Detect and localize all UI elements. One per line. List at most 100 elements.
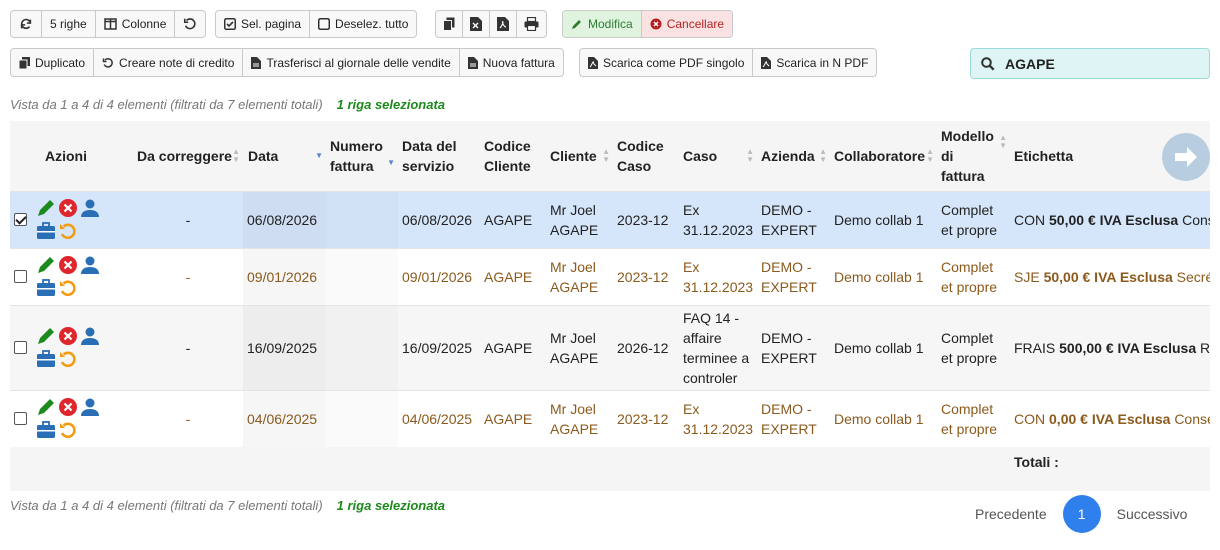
cancel-button[interactable]: Cancellare xyxy=(641,11,733,37)
header-da-correggere[interactable]: Da correggere ▲ ▼ xyxy=(133,121,243,191)
excel-file-icon xyxy=(470,17,482,31)
scroll-right-button[interactable] xyxy=(1162,133,1210,181)
refresh-button[interactable] xyxy=(11,11,42,37)
credit-note-button[interactable]: Creare note di credito xyxy=(94,49,244,76)
sort-icon: ▲ ▼ xyxy=(819,146,827,164)
download-n-pdf-label: Scarica in N PDF xyxy=(776,55,869,70)
undo-orange-icon[interactable] xyxy=(58,349,78,369)
page-1-button[interactable]: 1 xyxy=(1062,495,1101,533)
cell-modello: Complet et propre xyxy=(941,201,998,238)
row-actions xyxy=(10,305,133,390)
cell-codice-cliente: AGAPE xyxy=(484,339,533,356)
sort-icon: ▲ ▼ xyxy=(232,146,240,164)
user-icon[interactable] xyxy=(80,326,100,346)
undo-orange-icon[interactable] xyxy=(58,420,78,440)
user-icon[interactable] xyxy=(80,397,100,417)
export-pdf-button[interactable] xyxy=(490,11,517,37)
row-checkbox[interactable] xyxy=(14,412,27,426)
row-checkbox[interactable] xyxy=(14,341,27,354)
pencil-icon[interactable] xyxy=(36,198,56,218)
user-icon[interactable] xyxy=(80,255,100,275)
close-circle-icon xyxy=(650,18,662,30)
cell-data-servizio: 16/09/2025 xyxy=(402,339,473,356)
header-caso[interactable]: Caso ▲ ▼ xyxy=(679,121,757,191)
columns-button[interactable]: Colonne xyxy=(96,11,176,37)
new-invoice-button[interactable]: Nuova fattura xyxy=(460,49,563,76)
columns-icon xyxy=(103,18,117,30)
copy-button[interactable] xyxy=(436,11,463,37)
delete-icon[interactable] xyxy=(58,397,78,417)
cell-collaboratore: Demo collab 1 xyxy=(834,211,924,228)
cell-azienda: DEMO - EXPERT xyxy=(761,400,817,437)
table-info-bottom: Vista da 1 a 4 di 4 elementi (filtrati d… xyxy=(10,498,445,513)
header-modello-fattura[interactable]: Modello di fattura ▲ ▼ xyxy=(937,121,1010,191)
header-azienda[interactable]: Azienda ▲ ▼ xyxy=(757,121,830,191)
header-collaboratore[interactable]: Collaboratore ▲ ▼ xyxy=(830,121,937,191)
cell-numero-fattura xyxy=(326,305,398,390)
briefcase-icon[interactable] xyxy=(36,222,56,240)
modify-button[interactable]: Modifica xyxy=(563,11,642,37)
reset-button[interactable] xyxy=(175,11,205,37)
checkbox-empty-icon xyxy=(318,18,331,30)
sort-icon: ▲ ▼ xyxy=(999,132,1007,150)
cell-cliente: Mr Joel AGAPE xyxy=(550,329,599,366)
invoice-table: Azioni Da correggere ▲ ▼ Data ▼ Numero fattu… xyxy=(10,121,1210,491)
rows-per-page-button[interactable]: 5 righe xyxy=(42,11,96,37)
deselect-all-button[interactable]: Deselez. tutto xyxy=(310,11,416,37)
cell-codice-cliente: AGAPE xyxy=(484,268,533,285)
export-excel-button[interactable] xyxy=(463,11,490,37)
delete-icon[interactable] xyxy=(58,198,78,218)
cell-numero-fattura xyxy=(326,390,398,447)
cell-etichetta: SJE 50,00 € IVA Esclusa Secrét xyxy=(1014,268,1210,285)
transfer-journal-button[interactable]: Trasferisci al giornale delle vendite xyxy=(243,49,460,76)
pencil-icon xyxy=(572,20,581,29)
briefcase-icon[interactable] xyxy=(36,350,56,368)
briefcase-icon[interactable] xyxy=(36,421,56,439)
cell-da-correggere: - xyxy=(185,339,191,356)
undo-orange-icon[interactable] xyxy=(58,221,78,241)
header-data-servizio[interactable]: Data del servizio xyxy=(398,121,480,191)
cell-data: 04/06/2025 xyxy=(243,390,326,447)
delete-icon[interactable] xyxy=(58,326,78,346)
rows-per-page-label: 5 righe xyxy=(50,17,87,31)
row-actions xyxy=(10,390,133,447)
cell-caso: Ex 31.12.2023 xyxy=(683,201,754,238)
select-page-button[interactable]: Sel. pagina xyxy=(216,11,311,37)
deselect-all-label: Deselez. tutto xyxy=(335,17,409,31)
print-button[interactable] xyxy=(517,11,546,37)
cell-codice-cliente: AGAPE xyxy=(484,211,533,228)
pencil-icon[interactable] xyxy=(36,397,56,417)
undo-icon xyxy=(102,57,113,68)
briefcase-icon[interactable] xyxy=(36,279,56,297)
row-checkbox[interactable] xyxy=(14,270,27,283)
table-row[interactable]: - 06/08/2026 06/08/2026 AGAPE Mr Joel AGA… xyxy=(10,191,1210,248)
cell-caso: FAQ 14 - affaire terminee a controler xyxy=(683,309,750,386)
pencil-icon[interactable] xyxy=(36,326,56,346)
table-row[interactable]: - 16/09/2025 16/09/2025 AGAPE Mr Joel AGA… xyxy=(10,305,1210,390)
header-codice-cliente[interactable]: Codice Cliente xyxy=(480,121,546,191)
search-input[interactable] xyxy=(1003,54,1193,73)
user-icon[interactable] xyxy=(80,198,100,218)
header-codice-caso[interactable]: Codice Caso xyxy=(613,121,679,191)
next-page-button[interactable]: Successivo xyxy=(1117,506,1188,522)
header-cliente[interactable]: Cliente ▲ ▼ xyxy=(546,121,613,191)
totals-row: Totali : xyxy=(10,447,1210,491)
row-checkbox[interactable] xyxy=(14,213,27,226)
delete-icon[interactable] xyxy=(58,255,78,275)
header-data[interactable]: Data ▼ xyxy=(243,121,326,191)
cell-da-correggere: - xyxy=(185,211,191,228)
table-row[interactable]: - 04/06/2025 04/06/2025 AGAPE Mr Joel AGA… xyxy=(10,390,1210,447)
prev-page-button[interactable]: Precedente xyxy=(975,506,1047,522)
pagination: Precedente 1 Successivo xyxy=(975,495,1187,533)
cell-etichetta: FRAIS 500,00 € IVA Esclusa Ref xyxy=(1014,339,1210,356)
pdf-file-icon xyxy=(588,56,598,69)
row-actions xyxy=(10,191,133,248)
duplicate-button[interactable]: Duplicato xyxy=(11,49,95,76)
download-single-pdf-button[interactable]: Scarica come PDF singolo xyxy=(580,49,754,76)
table-row[interactable]: - 09/01/2026 09/01/2026 AGAPE Mr Joel AGA… xyxy=(10,248,1210,305)
undo-orange-icon[interactable] xyxy=(58,278,78,298)
download-n-pdf-button[interactable]: Scarica in N PDF xyxy=(753,49,876,76)
cell-data: 16/09/2025 xyxy=(243,305,326,390)
header-numero-fattura[interactable]: Numero fattura ▼ xyxy=(326,121,398,191)
pencil-icon[interactable] xyxy=(36,255,56,275)
